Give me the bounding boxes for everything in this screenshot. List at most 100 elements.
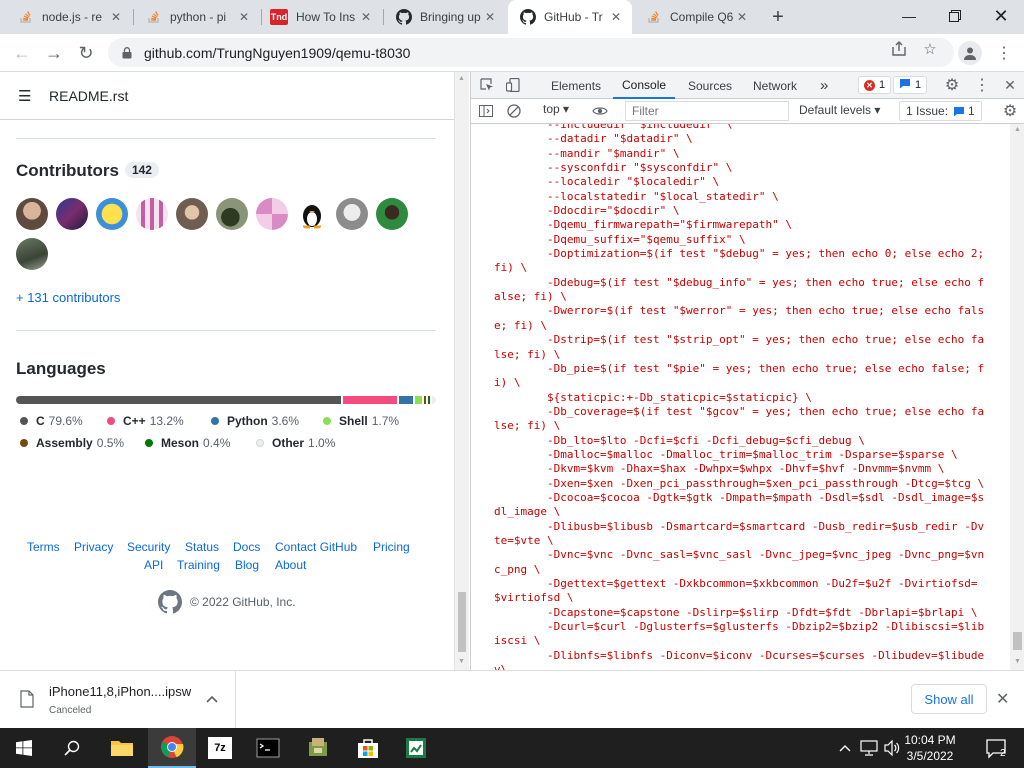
notification-center-icon[interactable]: 2	[984, 736, 1008, 760]
bookmark-star-icon[interactable]: ☆	[921, 40, 939, 58]
address-bar[interactable]: github.com/TrungNguyen1909/qemu-t8030	[108, 38, 954, 67]
footer-link-about[interactable]: About	[275, 558, 306, 572]
close-tab-icon[interactable]: ✕	[108, 9, 124, 25]
file-explorer-icon[interactable]	[98, 728, 146, 768]
browser-tab[interactable]: Bringing up ✕	[384, 0, 506, 34]
settings-gear-icon[interactable]: ⚙	[943, 76, 961, 94]
devtools-menu-icon[interactable]: ⋮	[973, 76, 991, 94]
language-item-c[interactable]: C 79.6%	[20, 414, 83, 428]
close-tab-icon[interactable]: ✕	[236, 9, 252, 25]
footer-link-privacy[interactable]: Privacy	[74, 540, 113, 554]
reload-icon[interactable]: ↻	[72, 39, 100, 67]
footer-link-status[interactable]: Status	[185, 540, 219, 554]
url-text[interactable]: github.com/TrungNguyen1909/qemu-t8030	[144, 45, 410, 61]
language-item-cpp[interactable]: C++ 13.2%	[107, 414, 184, 428]
footer-link-blog[interactable]: Blog	[235, 558, 259, 572]
avatar[interactable]	[296, 198, 328, 230]
scroll-down-arrow-icon[interactable]: ▼	[458, 658, 465, 665]
browser-tab[interactable]: node.js - re ✕	[6, 0, 132, 34]
chrome-icon[interactable]	[148, 728, 196, 768]
spreadsheet-app-icon[interactable]	[392, 728, 440, 768]
issues-button[interactable]: 1 Issue: 1	[899, 101, 982, 121]
scrollbar-thumb[interactable]	[1013, 632, 1022, 650]
chevron-up-icon[interactable]	[206, 691, 218, 706]
avatar[interactable]	[56, 198, 88, 230]
profile-avatar-icon[interactable]	[958, 41, 982, 65]
contributors-heading[interactable]: Contributors 142	[16, 161, 159, 181]
browser-menu-icon[interactable]: ⋮	[994, 41, 1014, 65]
list-icon[interactable]: ☰	[18, 87, 34, 105]
browser-tab-active[interactable]: GitHub - Tr ✕	[508, 0, 632, 34]
close-tab-icon[interactable]: ✕	[482, 9, 498, 25]
start-windows-icon[interactable]	[0, 728, 48, 768]
devtools-tab-console[interactable]: Console	[613, 72, 676, 99]
clear-console-icon[interactable]	[505, 102, 523, 120]
avatar[interactable]	[16, 238, 48, 270]
lock-icon[interactable]	[120, 46, 134, 60]
more-tabs-button[interactable]: »	[811, 72, 837, 99]
avatar[interactable]	[336, 198, 368, 230]
new-tab-button[interactable]: +	[766, 5, 790, 29]
language-item-meson[interactable]: Meson 0.4%	[145, 436, 230, 450]
network-icon[interactable]	[858, 728, 880, 768]
footer-link-terms[interactable]: Terms	[27, 540, 60, 554]
devtools-tab-network[interactable]: Network	[744, 72, 806, 99]
installer-icon[interactable]	[294, 728, 342, 768]
minimize-button[interactable]: —	[886, 0, 932, 32]
inspect-element-icon[interactable]	[478, 76, 496, 94]
download-item[interactable]: iPhone11,8,iPhon....ipsw Canceled	[0, 671, 236, 728]
avatar[interactable]	[256, 198, 288, 230]
show-all-downloads-button[interactable]: Show all	[911, 684, 987, 714]
back-arrow-icon[interactable]: ←	[8, 39, 36, 67]
close-devtools-icon[interactable]: ✕	[1001, 76, 1019, 94]
close-tab-icon[interactable]: ✕	[358, 9, 374, 25]
close-tab-icon[interactable]: ✕	[608, 9, 624, 25]
footer-link-docs[interactable]: Docs	[233, 540, 260, 554]
footer-link-contact[interactable]: Contact GitHub	[275, 540, 357, 554]
browser-tab[interactable]: Compile Q6 ✕	[634, 0, 758, 34]
avatar[interactable]	[16, 198, 48, 230]
console-filter-input[interactable]	[625, 101, 789, 121]
scroll-up-arrow-icon[interactable]: ▲	[458, 75, 465, 82]
avatar[interactable]	[136, 198, 168, 230]
scroll-down-arrow-icon[interactable]: ▼	[1014, 658, 1021, 665]
show-hidden-icons-chevron-icon[interactable]	[836, 728, 854, 768]
console-scrollbar[interactable]: ▲ ▼	[1010, 124, 1024, 670]
close-window-button[interactable]: ✕	[978, 0, 1024, 32]
live-expression-eye-icon[interactable]	[591, 102, 609, 120]
store-icon[interactable]	[344, 728, 392, 768]
devtools-tab-elements[interactable]: Elements	[542, 72, 610, 99]
share-icon[interactable]	[890, 40, 908, 58]
devtools-tab-sources[interactable]: Sources	[679, 72, 741, 99]
scrollbar-thumb[interactable]	[458, 592, 466, 652]
restore-button[interactable]	[932, 0, 978, 32]
more-contributors-link[interactable]: + 131 contributors	[16, 290, 120, 305]
browser-tab[interactable]: python - pi ✕	[134, 0, 260, 34]
context-selector[interactable]: top ▾	[543, 102, 569, 116]
avatar[interactable]	[176, 198, 208, 230]
language-item-python[interactable]: Python 3.6%	[211, 414, 299, 428]
scroll-up-arrow-icon[interactable]: ▲	[1014, 126, 1021, 133]
footer-link-security[interactable]: Security	[127, 540, 170, 554]
search-icon[interactable]	[48, 728, 96, 768]
sidebar-toggle-icon[interactable]	[477, 102, 495, 120]
close-tab-icon[interactable]: ✕	[734, 9, 750, 25]
page-scrollbar[interactable]: ▲ ▼	[454, 72, 469, 670]
forward-arrow-icon[interactable]: →	[40, 39, 68, 67]
github-logo-icon[interactable]	[158, 590, 183, 614]
log-levels-dropdown[interactable]: Default levels ▾	[799, 103, 880, 117]
footer-link-training[interactable]: Training	[177, 558, 220, 572]
command-prompt-icon[interactable]	[244, 728, 292, 768]
footer-link-pricing[interactable]: Pricing	[373, 540, 410, 554]
message-count-badge[interactable]: 1	[893, 76, 928, 94]
language-item-shell[interactable]: Shell 1.7%	[323, 414, 399, 428]
language-item-assembly[interactable]: Assembly 0.5%	[20, 436, 124, 450]
browser-tab[interactable]: Tnd How To Ins ✕	[262, 0, 382, 34]
close-shelf-icon[interactable]: ✕	[996, 689, 1009, 709]
taskbar-clock[interactable]: 10:04 PM 3/5/2022	[898, 732, 962, 764]
readme-filename[interactable]: README.rst	[49, 88, 128, 104]
footer-link-api[interactable]: API	[144, 558, 163, 572]
error-count-badge[interactable]: ✕ 1	[858, 76, 892, 94]
avatar[interactable]	[376, 198, 408, 230]
device-toolbar-icon[interactable]	[504, 76, 522, 94]
